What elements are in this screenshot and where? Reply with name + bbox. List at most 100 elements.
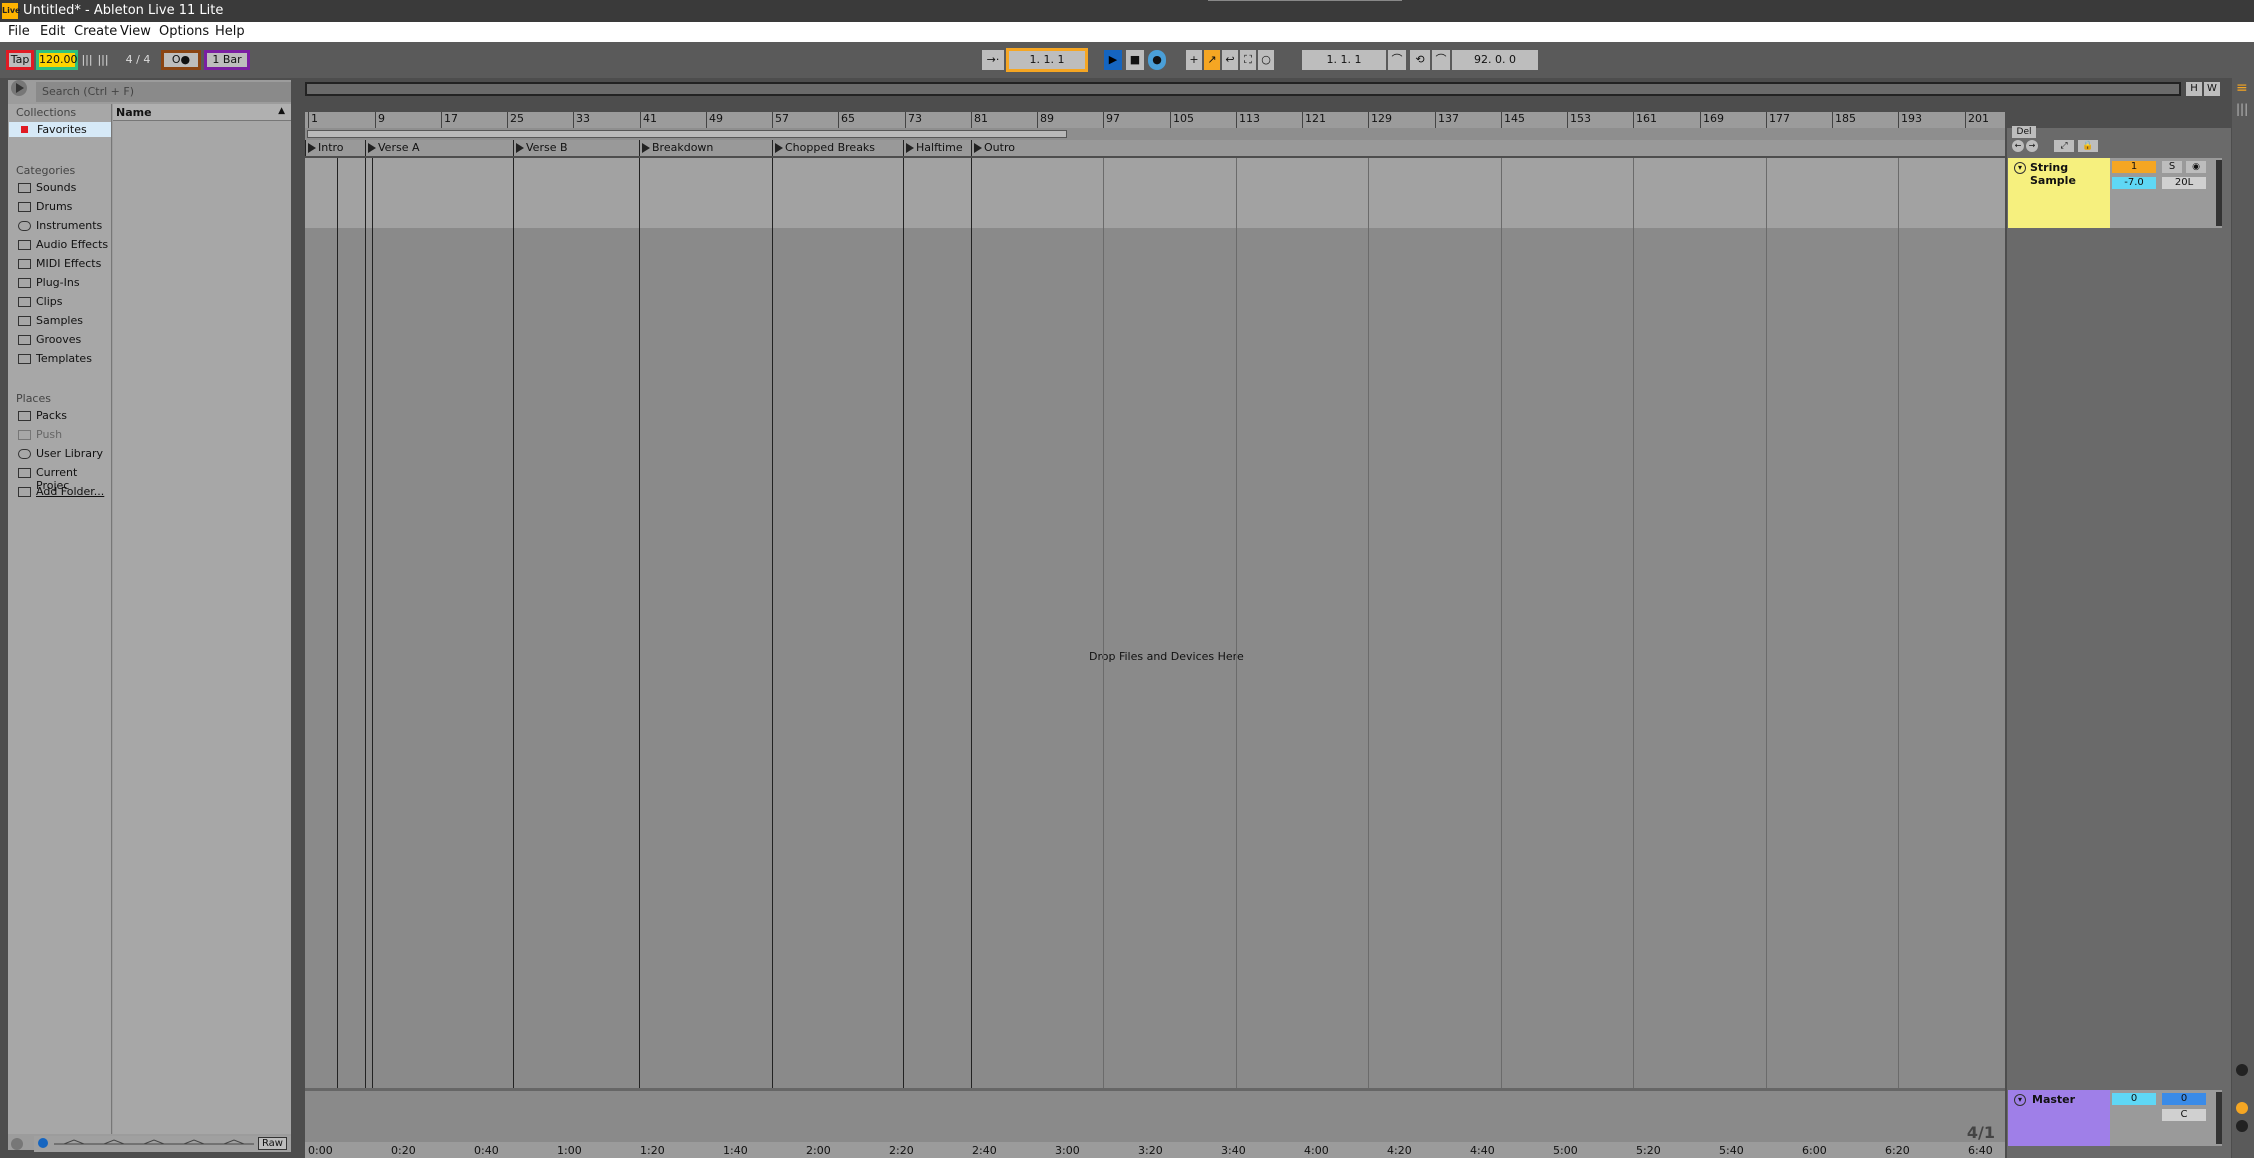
sends-toggle-icon[interactable] [2236,1102,2248,1114]
raw-button[interactable]: Raw [257,1137,287,1150]
delete-button[interactable]: Del [2012,126,2036,138]
session-record-icon[interactable]: ○ [1258,50,1274,70]
time-tick: 1:40 [723,1144,748,1157]
clips-icon [18,297,31,307]
mixer-toggle-icon[interactable]: ||| [2236,102,2248,116]
arrangement-overview[interactable] [305,82,2181,96]
master-pan-field[interactable]: 0 [2162,1093,2206,1105]
metronome-button[interactable]: O● [161,50,201,70]
name-column-header[interactable]: Name ▲ [113,104,291,121]
overview-h-button[interactable]: H [2186,82,2202,96]
locator-chopped-breaks[interactable]: Chopped Breaks [772,140,875,156]
master-fold-icon[interactable]: ▾ [2014,1094,2026,1106]
returns-toggle-icon[interactable] [2236,1120,2248,1132]
solo-button[interactable]: S [2162,161,2182,173]
punch-out-icon[interactable]: ⌒ [1432,50,1450,70]
time-tick: 2:00 [806,1144,831,1157]
track-header-string-sample[interactable]: ▾ String Sample [2008,158,2110,228]
track-volume-field[interactable]: -7.0 [2112,177,2156,189]
track-name[interactable]: String Sample [2030,161,2110,187]
menu-help[interactable]: Help [215,24,245,39]
locator-verse-b[interactable]: Verse B [513,140,568,156]
category-grooves[interactable]: Grooves [36,333,81,346]
track-activator-button[interactable]: 1 [2112,161,2156,173]
drums-icon [18,202,31,212]
category-templates[interactable]: Templates [36,352,92,365]
punch-in-icon[interactable]: ⌒ [1388,50,1406,70]
preview-toggle-icon[interactable] [38,1138,48,1148]
category-instruments[interactable]: Instruments [36,219,102,232]
category-drums[interactable]: Drums [36,200,72,213]
category-sounds[interactable]: Sounds [36,181,76,194]
time-signature-field[interactable]: 4 / 4 [116,50,160,70]
menu-create[interactable]: Create [74,24,117,39]
locator-breakdown[interactable]: Breakdown [639,140,713,156]
place-push[interactable]: Push [36,428,62,441]
locator-line [639,158,640,1144]
category-clips[interactable]: Clips [36,295,63,308]
follow-icon[interactable]: →· [982,50,1004,70]
app-icon: Live [2,3,20,19]
menu-view[interactable]: View [120,24,151,39]
cue-volume-field[interactable]: C [2162,1109,2206,1121]
favorites-item[interactable]: Favorites [9,122,111,137]
place-user-library[interactable]: User Library [36,447,103,460]
sort-ascending-icon[interactable]: ▲ [278,106,285,116]
add-folder-link[interactable]: Add Folder... [36,485,104,498]
time-ruler[interactable]: 0:00 0:20 0:40 1:00 1:20 1:40 2:00 2:20 … [305,1142,2005,1158]
menu-edit[interactable]: Edit [40,24,65,39]
drop-area[interactable]: Drop Files and Devices Here [305,228,2005,1088]
forward-arrow-icon[interactable]: → [2026,140,2038,152]
master-volume-field[interactable]: 0 [2112,1093,2156,1105]
loop-brace-bar[interactable] [305,128,2005,140]
menu-file[interactable]: File [8,24,30,39]
track-fold-icon[interactable]: ▾ [2014,162,2026,174]
play-icon[interactable]: ▶ [1104,50,1122,70]
stop-icon[interactable]: ■ [1126,50,1144,70]
automation-arm-icon[interactable]: ↗ [1204,50,1220,70]
menu-lines-icon[interactable]: ≡ [2236,80,2248,96]
category-midi-effects[interactable]: MIDI Effects [36,257,101,270]
master-name[interactable]: Master [2032,1093,2075,1106]
preview-waveform-icon [54,1139,254,1145]
expand-icon[interactable]: ⤢ [2054,140,2074,152]
reenable-automation-icon[interactable]: ↩ [1222,50,1238,70]
browser-search-input[interactable]: Search (Ctrl + F) [36,82,291,102]
io-toggle-icon[interactable] [2236,1064,2248,1076]
lock-icon[interactable]: 🔒 [2078,140,2098,152]
overdub-icon[interactable]: + [1186,50,1202,70]
nudge-up-icon[interactable]: ||| [96,50,110,70]
record-icon[interactable]: ● [1148,50,1166,70]
capture-icon[interactable]: ⛶ [1240,50,1256,70]
loop-start-field[interactable]: 1. 1. 1 [1302,50,1386,70]
instruments-icon [18,221,31,231]
tap-tempo-button[interactable]: Tap [6,50,34,70]
browser-toggle-icon[interactable] [8,78,34,100]
locator-halftime[interactable]: Halftime [903,140,963,156]
track-header-master[interactable]: ▾ Master [2008,1090,2110,1146]
locator-outro[interactable]: Outro [971,140,1015,156]
arrangement-position-field[interactable]: 1. 1. 1 [1006,48,1088,72]
loop-switch-icon[interactable]: ⟲ [1410,50,1430,70]
loop-brace[interactable] [307,130,1067,138]
overview-w-button[interactable]: W [2204,82,2220,96]
browser-footer-icon[interactable] [8,1136,28,1152]
place-packs[interactable]: Packs [36,409,67,422]
category-samples[interactable]: Samples [36,314,83,327]
back-arrow-icon[interactable]: ← [2012,140,2024,152]
nudge-down-icon[interactable]: ||| [80,50,94,70]
arm-icon[interactable]: ◉ [2186,161,2206,173]
category-audio-effects[interactable]: Audio Effects [36,238,108,251]
time-tick: 6:20 [1885,1144,1910,1157]
menu-options[interactable]: Options [159,24,209,39]
track-pan-field[interactable]: 20L [2162,177,2206,189]
master-mixer-controls: 0 0 C [2110,1090,2222,1146]
loop-length-field[interactable]: 92. 0. 0 [1452,50,1538,70]
category-plug-ins[interactable]: Plug-Ins [36,276,80,289]
track-lane-master[interactable]: 4/1 [305,1088,2005,1144]
locator-verse-a[interactable]: Verse A [365,140,419,156]
track-lane-string-sample[interactable] [305,158,2005,228]
quantize-menu[interactable]: 1 Bar [204,50,250,70]
locator-intro[interactable]: Intro [305,140,344,156]
tempo-field[interactable]: 120.00 [36,50,78,70]
